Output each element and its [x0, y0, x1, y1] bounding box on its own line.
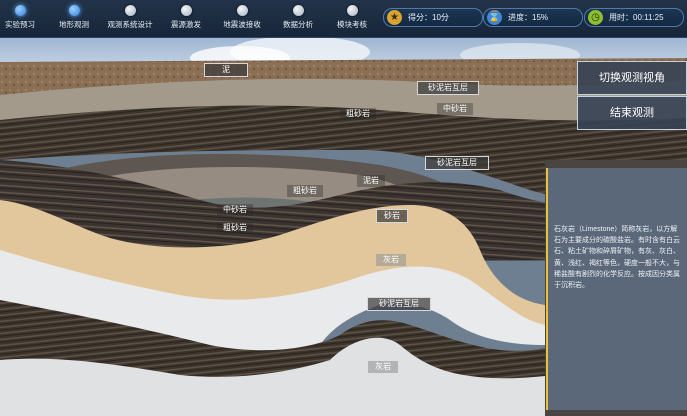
- rock-description: 石灰岩（Limestone）简称灰岩，以方解石为主要成分的碳酸盐岩。有时含有白云…: [554, 226, 680, 290]
- switch-view-button[interactable]: 切换观测视角: [577, 61, 687, 95]
- score-pill: ★ 得分：10分: [383, 8, 483, 27]
- top-navigation-bar: 实验预习 地形观测 观测系统设计 震源激发 地震波接收 数据分析 模块考核 ★ …: [0, 0, 687, 38]
- progress-text: 进度：15%: [508, 13, 549, 22]
- step-label: 震源激发: [171, 20, 201, 29]
- step-dot: [292, 5, 304, 16]
- step-label: 模块考核: [337, 20, 367, 29]
- step-label: 观测系统设计: [107, 20, 153, 29]
- time-text: 用时：00:11:25: [609, 13, 664, 22]
- step-label: 地形观测: [59, 20, 89, 29]
- step-design[interactable]: 观测系统设计: [98, 5, 162, 30]
- layer-label-medium-sandstone[interactable]: 中砂岩: [217, 204, 253, 216]
- layer-label-medium-sandstone[interactable]: 中砂岩: [437, 103, 473, 115]
- layer-label-sandmud[interactable]: 砂泥岩互层: [425, 156, 489, 170]
- hourglass-icon: ⌛: [487, 10, 502, 25]
- layer-label-coarse-sandstone[interactable]: 粗砂岩: [217, 222, 253, 234]
- step-dot: [346, 5, 358, 16]
- step-label: 地震波接收: [223, 20, 261, 29]
- step-source[interactable]: 震源激发: [154, 5, 218, 30]
- step-dot: [68, 5, 80, 16]
- layer-label-limestone[interactable]: 灰岩: [376, 254, 406, 266]
- step-dot: [236, 5, 248, 16]
- step-dot: [14, 5, 26, 16]
- layer-label-limestone[interactable]: 灰岩: [368, 361, 398, 373]
- step-dot: [124, 5, 136, 16]
- layer-label-sandmud[interactable]: 砂泥岩互层: [367, 297, 431, 311]
- progress-pill: ⌛ 进度：15%: [483, 8, 583, 27]
- end-observation-button[interactable]: 结束观测: [577, 96, 687, 130]
- clock-icon: ◷: [588, 10, 603, 25]
- score-text: 得分：10分: [408, 13, 449, 22]
- layer-label-sandmud[interactable]: 砂泥岩互层: [417, 81, 479, 95]
- step-terrain[interactable]: 地形观测: [42, 5, 106, 30]
- step-exam[interactable]: 模块考核: [320, 5, 384, 30]
- step-receive[interactable]: 地震波接收: [210, 5, 274, 30]
- layer-label-mud[interactable]: 泥: [204, 63, 248, 77]
- rock-info-panel: 石灰岩（Limestone）简称灰岩，以方解石为主要成分的碳酸盐岩。有时含有白云…: [546, 168, 687, 410]
- layer-label-coarse-sandstone[interactable]: 粗砂岩: [340, 108, 376, 120]
- layer-label-mudstone[interactable]: 泥岩: [357, 175, 385, 187]
- step-dot: [180, 5, 192, 16]
- medal-icon: ★: [387, 10, 402, 25]
- layer-label-sandstone[interactable]: 砂岩: [376, 209, 408, 223]
- layer-label-coarse-sandstone[interactable]: 粗砂岩: [287, 185, 323, 197]
- time-pill: ◷ 用时：00:11:25: [584, 8, 684, 27]
